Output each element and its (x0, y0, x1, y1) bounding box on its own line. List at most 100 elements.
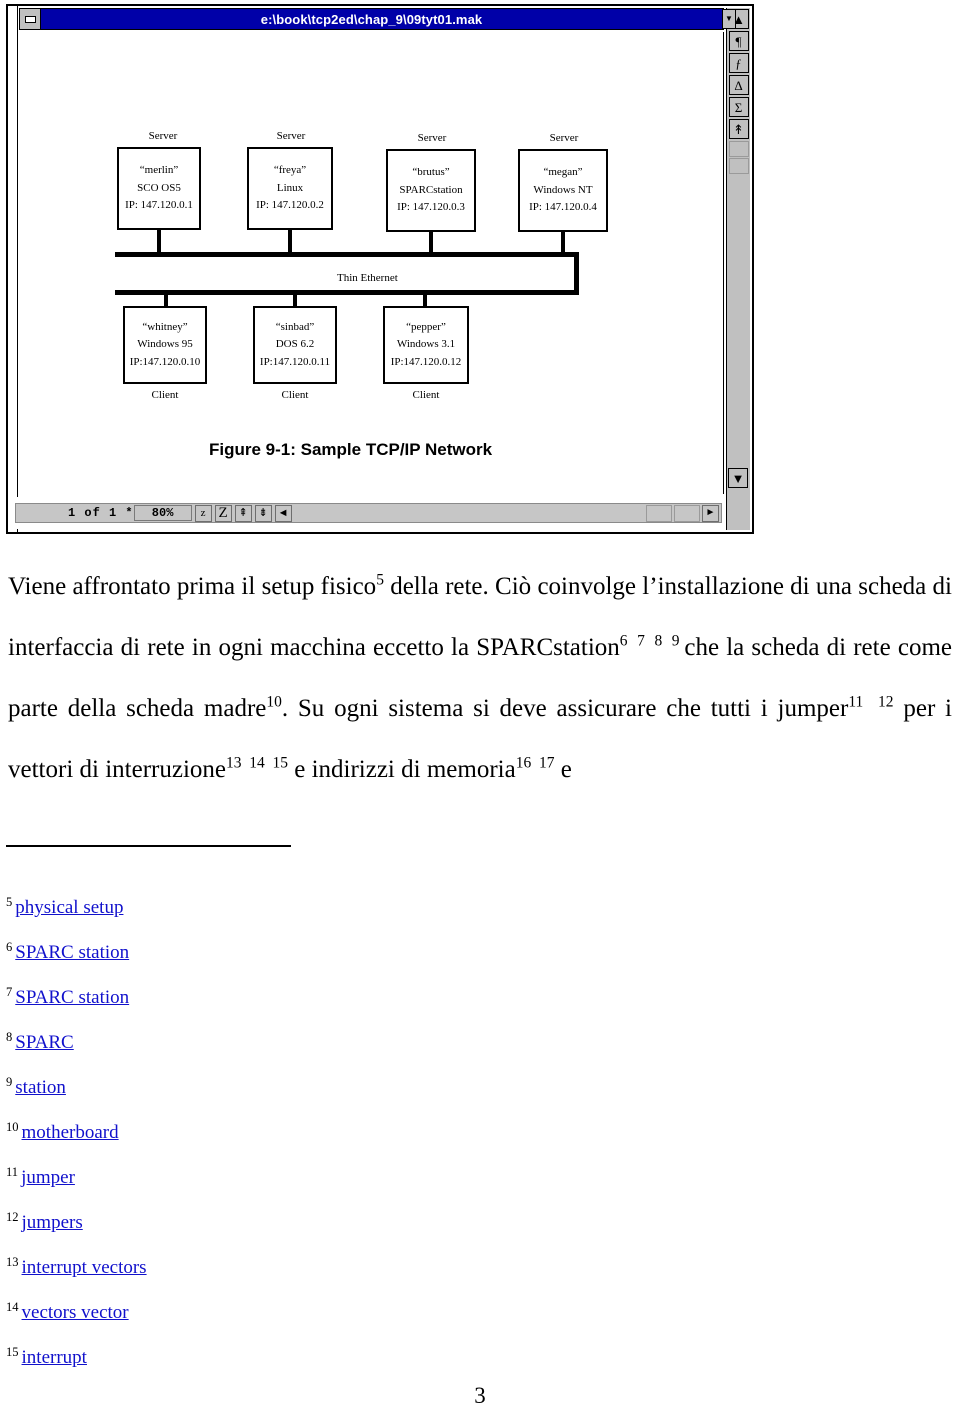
node-name: “whitney” (142, 320, 188, 333)
scroll-right-button[interactable]: ► (702, 504, 719, 522)
client-node-pepper[interactable]: “pepper” Windows 3.1 IP:147.120.0.12 (383, 306, 469, 384)
footnote-separator-rule (6, 845, 291, 847)
zoom-in-button[interactable]: Z (214, 504, 232, 522)
toolbar-slot (728, 141, 749, 157)
right-toolbar: ▲ ¶ ƒ Δ Σ ↟ (726, 8, 750, 530)
node-os: Windows NT (533, 183, 593, 196)
network-diagram: Server Server Server Server “merlin” SCO… (19, 32, 723, 494)
up-arrow-icon[interactable]: ↟ (728, 119, 749, 139)
footnote-item: 11 jumper (6, 1155, 506, 1200)
node-os: SCO OS5 (137, 181, 181, 194)
node-os: DOS 6.2 (275, 338, 315, 351)
window-title: e:\book\tcp2ed\chap_9\09tyt01.mak (260, 11, 483, 27)
footnote-item: 6 SPARC station (6, 930, 506, 975)
footnote-link[interactable]: vectors vector (22, 1302, 129, 1323)
node-ip: IP:147.120.0.12 (390, 355, 462, 368)
titlebar-dropdown-icon[interactable]: ▼ (722, 9, 736, 29)
footnote-item: 14 vectors vector (6, 1290, 506, 1335)
node-ip: IP: 147.120.0.3 (397, 201, 465, 214)
node-name: “pepper” (406, 320, 446, 333)
footnote-link[interactable]: jumpers (22, 1212, 83, 1233)
ethernet-bus-label: Thin Ethernet (337, 272, 398, 284)
document-canvas[interactable]: Server Server Server Server “merlin” SCO… (19, 32, 724, 494)
footnote-link[interactable]: motherboard (22, 1122, 119, 1143)
statusbar-slot (674, 504, 700, 522)
server-drop-line (157, 230, 161, 254)
server-node-megan[interactable]: “megan” Windows NT IP: 147.120.0.4 (518, 149, 608, 232)
footnote-marker: 7 (6, 984, 13, 999)
scroll-left-button[interactable]: ◄ (274, 504, 292, 522)
window-frame: e:\book\tcp2ed\chap_9\09tyt01.mak ▼ ▲ ¶ … (6, 4, 754, 534)
server-node-freya[interactable]: “freya” Linux IP: 147.120.0.2 (247, 147, 333, 230)
node-ip: IP: 147.120.0.4 (529, 201, 597, 214)
node-name: “brutus” (412, 166, 450, 179)
footnote-item: 5 physical setup (6, 885, 506, 930)
node-os: Windows 95 (137, 338, 193, 351)
server-node-brutus[interactable]: “brutus” SPARCstation IP: 147.120.0.3 (386, 149, 476, 232)
node-name: “freya” (273, 164, 307, 177)
node-name: “sinbad” (275, 320, 315, 333)
pilcrow-icon[interactable]: ¶ (728, 31, 749, 51)
node-os: Windows 3.1 (396, 338, 456, 351)
client-node-whitney[interactable]: “whitney” Windows 95 IP:147.120.0.10 (123, 306, 207, 384)
footnote-link[interactable]: SPARC station (15, 942, 129, 963)
footnote-link[interactable]: SPARC (15, 1032, 73, 1053)
minimize-button[interactable] (19, 8, 41, 30)
node-ip: IP: 147.120.0.1 (125, 199, 193, 212)
footnote-item: 7 SPARC station (6, 975, 506, 1020)
page-number: 3 (474, 1383, 486, 1408)
footnote-marker: 12 (6, 1209, 19, 1224)
footnote-marker: 15 (6, 1344, 19, 1359)
server-node-merlin[interactable]: “merlin” SCO OS5 IP: 147.120.0.1 (117, 147, 201, 230)
minimize-icon (24, 15, 36, 23)
footnote-marker: 8 (6, 1029, 13, 1044)
node-os: Linux (276, 181, 304, 194)
statusbar-slot (646, 504, 672, 522)
zoom-level-field[interactable]: 80% (133, 505, 192, 521)
ethernet-bus-bottom (115, 290, 579, 295)
zoom-out-button[interactable]: z (194, 504, 212, 522)
embedded-screenshot-window: e:\book\tcp2ed\chap_9\09tyt01.mak ▼ ▲ ¶ … (6, 4, 754, 534)
page-up-button[interactable]: ⇞ (234, 504, 252, 522)
figure-caption: Figure 9-1: Sample TCP/IP Network (209, 440, 493, 459)
server-drop-line (561, 232, 565, 254)
footnote-link[interactable]: station (15, 1077, 66, 1098)
page-down-button[interactable]: ⇟ (254, 504, 272, 522)
ethernet-bus-right-riser (574, 252, 579, 294)
client-role-label: Client (412, 389, 440, 401)
footnote-marker: 14 (6, 1299, 19, 1314)
footnote-marker: 6 (6, 939, 13, 954)
window-left-rail (8, 6, 18, 532)
scroll-down-button[interactable]: ▼ (728, 468, 748, 488)
sigma-icon[interactable]: Σ (728, 97, 749, 117)
server-role-label: Server (549, 132, 579, 144)
footnote-list: 5 physical setup 6 SPARC station 7 SPARC st… (6, 885, 506, 1380)
node-os: SPARCstation (399, 183, 463, 196)
footnote-link[interactable]: SPARC station (15, 987, 129, 1008)
window-statusbar: 1 of 1 * 80% z Z ⇞ ⇟ ◄ ► (11, 497, 724, 529)
client-role-label: Client (281, 389, 309, 401)
delta-icon[interactable]: Δ (728, 75, 749, 95)
body-text-block: Viene affrontato prima il setup fisico5 … (8, 556, 952, 800)
body-paragraph: Viene affrontato prima il setup fisico5 … (8, 571, 952, 783)
function-icon[interactable]: ƒ (728, 53, 749, 73)
window-titlebar[interactable]: e:\book\tcp2ed\chap_9\09tyt01.mak (19, 8, 724, 30)
node-ip: IP:147.120.0.10 (129, 355, 201, 368)
page-indicator: 1 of 1 * (68, 506, 134, 520)
footnote-item: 12 jumpers (6, 1200, 506, 1245)
footnote-marker: 13 (6, 1254, 19, 1269)
footnote-item: 8 SPARC (6, 1020, 506, 1065)
footnote-marker: 9 (6, 1074, 13, 1089)
footnote-link[interactable]: interrupt (22, 1347, 87, 1368)
footnote-marker: 10 (6, 1119, 19, 1134)
node-name: “merlin” (139, 164, 179, 177)
footnote-link[interactable]: physical setup (15, 897, 123, 918)
node-ip: IP:147.120.0.11 (259, 355, 331, 368)
footnote-item: 10 motherboard (6, 1110, 506, 1155)
node-ip: IP: 147.120.0.2 (256, 199, 324, 212)
footnote-item: 15 interrupt (6, 1335, 506, 1380)
server-drop-line (288, 230, 292, 254)
footnote-link[interactable]: jumper (21, 1167, 75, 1188)
footnote-link[interactable]: interrupt vectors (22, 1257, 147, 1278)
client-node-sinbad[interactable]: “sinbad” DOS 6.2 IP:147.120.0.11 (253, 306, 337, 384)
